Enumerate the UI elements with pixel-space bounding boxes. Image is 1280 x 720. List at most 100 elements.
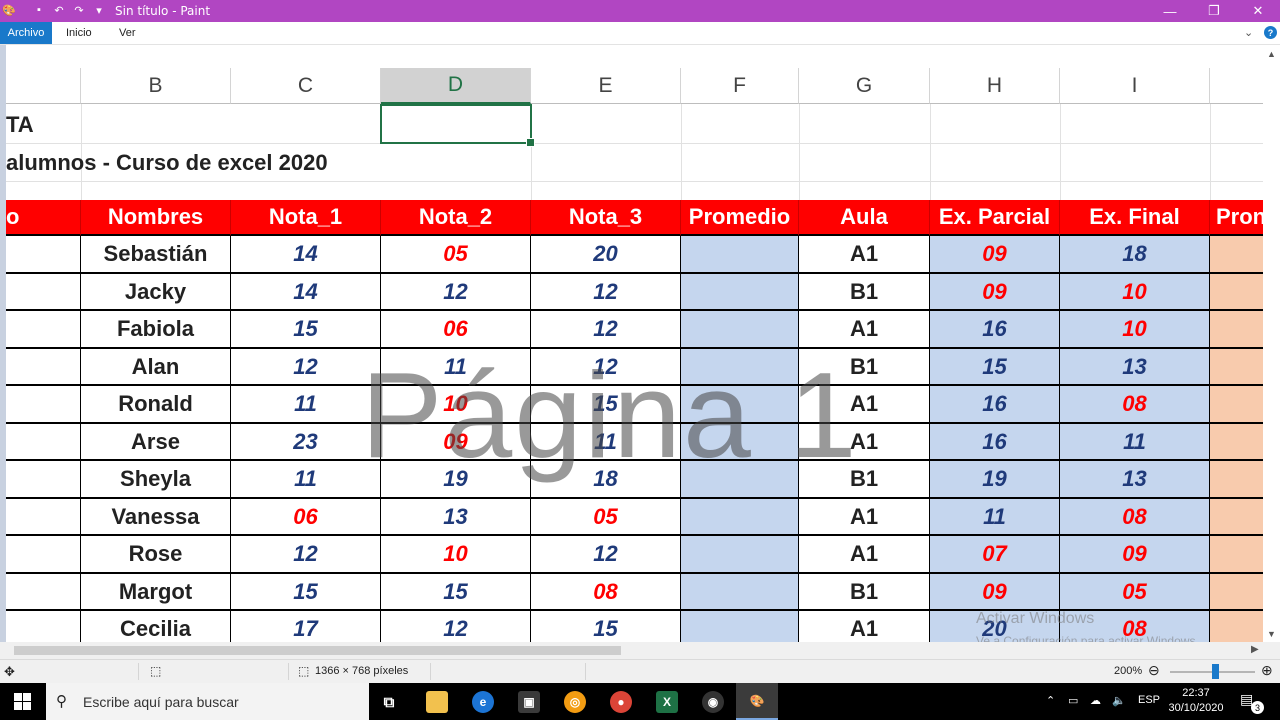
cell-promedio-2 (1210, 311, 1263, 349)
chrome-icon[interactable]: ● (610, 691, 632, 713)
scroll-up-icon[interactable]: ▲ (1267, 49, 1276, 59)
cell-aula: A1 (799, 386, 930, 424)
cell-n3: 20 (531, 236, 681, 274)
zoom-in-button[interactable]: ⊕ (1261, 662, 1273, 679)
cell-promedio (681, 274, 799, 311)
window-title: Sin título - Paint (115, 4, 211, 18)
ribbon-tabs: Archivo Inicio Ver ⌄ ? (0, 22, 1280, 45)
show-hidden-icons[interactable]: ⌃ (1046, 694, 1055, 707)
windows-start-icon[interactable] (14, 693, 31, 710)
cell-parcial: 19 (930, 461, 1060, 499)
zoom-out-button[interactable]: ⊖ (1148, 662, 1160, 679)
cell-n1: 14 (231, 236, 381, 274)
obs-icon[interactable]: ◉ (702, 691, 724, 713)
cell-n2: 11 (381, 349, 531, 386)
store-icon[interactable]: ▣ (518, 691, 540, 713)
cell-n1: 12 (231, 349, 381, 386)
search-icon: ⚲ (56, 693, 67, 710)
customize-toolbar-icon[interactable]: ▾ (92, 3, 106, 17)
image-dimensions: 1366 × 768 píxeles (315, 665, 409, 677)
cell-n3: 12 (531, 311, 681, 349)
cell-name: Margot (81, 574, 231, 611)
column-header-j (1210, 68, 1263, 104)
cell-parcial: 09 (930, 236, 1060, 274)
notification-center-icon[interactable]: ▤ 3 (1240, 691, 1264, 714)
scroll-right-icon[interactable]: ▶ (1251, 644, 1259, 655)
header-nota-3: Nota_3 (531, 200, 681, 236)
taskbar-search-box[interactable]: ⚲ Escribe aquí para buscar (46, 683, 369, 720)
help-icon[interactable]: ? (1264, 26, 1277, 39)
cell-n3: 12 (531, 349, 681, 386)
collapse-ribbon-icon[interactable]: ⌄ (1244, 26, 1253, 39)
search-placeholder: Escribe aquí para buscar (83, 694, 239, 710)
cell-promedio-2 (1210, 499, 1263, 536)
vertical-scrollbar[interactable]: ▲ ▼ (1263, 45, 1280, 642)
cell-n2: 12 (381, 611, 531, 642)
cell-name: Cecilia (81, 611, 231, 642)
cell-parcial: 16 (930, 311, 1060, 349)
excel-icon[interactable]: X (656, 691, 678, 713)
scroll-down-icon[interactable]: ▼ (1267, 629, 1276, 639)
cell-name: Sebastián (81, 236, 231, 274)
column-header-a (6, 68, 81, 104)
save-icon[interactable]: ▪ (32, 3, 46, 17)
app-orange-icon[interactable]: ◎ (564, 691, 586, 713)
cell-parcial: 09 (930, 574, 1060, 611)
cell-blank (6, 574, 81, 611)
paint-app-icon[interactable]: 🎨 (2, 3, 16, 17)
cell-blank (6, 611, 81, 642)
column-header-c: C (231, 68, 381, 104)
cell-n1: 15 (231, 311, 381, 349)
cell-promedio-2 (1210, 274, 1263, 311)
file-explorer-icon[interactable] (426, 691, 448, 713)
cell-aula: A1 (799, 499, 930, 536)
redo-icon[interactable]: ↷ (72, 3, 86, 17)
edge-icon[interactable]: e (472, 691, 494, 713)
cell-promedio (681, 311, 799, 349)
selected-cell[interactable] (380, 104, 535, 147)
zoom-slider-thumb[interactable] (1212, 664, 1219, 679)
cell-aula: A1 (799, 311, 930, 349)
cell-n1: 23 (231, 424, 381, 461)
cell-n2: 05 (381, 236, 531, 274)
cell-blank (6, 461, 81, 499)
cell-n3: 18 (531, 461, 681, 499)
activate-windows-title: Activar Windows (976, 610, 1095, 627)
cell-promedio (681, 461, 799, 499)
tab-archivo[interactable]: Archivo (0, 22, 52, 44)
cell-final: 08 (1060, 499, 1210, 536)
cell-promedio-2 (1210, 349, 1263, 386)
cell-name: Arse (81, 424, 231, 461)
battery-icon[interactable]: ▭ (1068, 694, 1078, 707)
taskbar-clock[interactable]: 22:37 30/10/2020 (1164, 686, 1228, 716)
cell-n1: 06 (231, 499, 381, 536)
cell-aula: B1 (799, 574, 930, 611)
task-view-icon[interactable]: ⧉ (378, 691, 400, 713)
horizontal-scroll-thumb[interactable] (14, 646, 621, 655)
cell-n2: 15 (381, 574, 531, 611)
cloud-icon[interactable]: ☁ (1090, 694, 1101, 707)
clock-date: 30/10/2020 (1168, 702, 1224, 714)
undo-icon[interactable]: ↶ (52, 3, 66, 17)
cell-aula: B1 (799, 461, 930, 499)
language-indicator[interactable]: ESP (1138, 694, 1160, 706)
restore-button[interactable]: ❐ (1192, 0, 1236, 22)
paint-taskbar-icon[interactable]: 🎨 (736, 683, 778, 720)
minimize-button[interactable]: — (1148, 0, 1192, 22)
horizontal-scrollbar[interactable]: ▶ (0, 642, 1280, 659)
tab-ver[interactable]: Ver (119, 27, 136, 39)
cell-final: 05 (1060, 574, 1210, 611)
tab-inicio[interactable]: Inicio (66, 27, 92, 39)
title-bar: 🎨 ▪ ↶ ↷ ▾ Sin título - Paint — ❐ ✕ (0, 0, 1280, 22)
volume-icon[interactable]: 🔈 (1112, 694, 1126, 707)
header-nombres: Nombres (81, 200, 231, 236)
cell-n1: 14 (231, 274, 381, 311)
cell-n3: 12 (531, 274, 681, 311)
cell-n3: 12 (531, 536, 681, 574)
close-button[interactable]: ✕ (1236, 0, 1280, 22)
image-canvas[interactable]: B C D E F G H I TA alumnos - Curso de ex… (6, 45, 1263, 642)
fill-handle[interactable] (526, 138, 535, 147)
cell-parcial: 07 (930, 536, 1060, 574)
header-promedio: Promedio (681, 200, 799, 236)
cell-promedio (681, 386, 799, 424)
